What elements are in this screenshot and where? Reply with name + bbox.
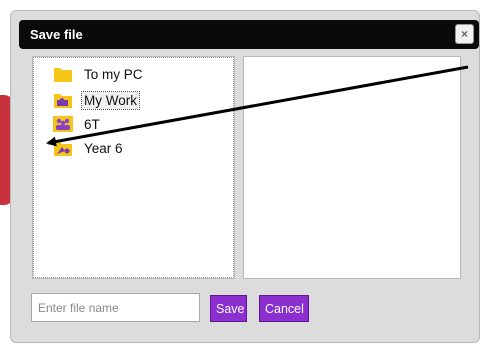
- file-name-input[interactable]: [31, 293, 200, 322]
- shared-folder-icon: [53, 139, 73, 157]
- dialog-titlebar: Save file ×: [19, 20, 479, 49]
- folder-icon: [53, 65, 73, 83]
- file-list-pane[interactable]: [243, 56, 461, 279]
- folder-tree-pane[interactable]: To my PC My Work 6T Year 6: [32, 56, 235, 279]
- tree-item-label: Year 6: [84, 140, 123, 156]
- tree-item-year-6[interactable]: Year 6: [53, 138, 125, 158]
- tree-item-my-work[interactable]: My Work: [53, 90, 140, 110]
- save-file-dialog: Save file × To my PC My Work 6T Year 6 E…: [10, 10, 480, 343]
- tree-item-label: 6T: [84, 116, 100, 132]
- close-button[interactable]: ×: [455, 24, 474, 44]
- save-button[interactable]: Save: [210, 295, 247, 322]
- tree-item-label: My Work: [81, 90, 140, 110]
- tree-item-label: To my PC: [84, 66, 143, 82]
- class-group-icon: [53, 115, 73, 133]
- tree-item-6t[interactable]: 6T: [53, 114, 102, 134]
- dialog-title: Save file: [30, 27, 83, 42]
- tree-item-to-my-pc[interactable]: To my PC: [53, 64, 145, 84]
- my-work-folder-icon: [53, 91, 73, 109]
- cancel-button[interactable]: Cancel: [259, 295, 309, 322]
